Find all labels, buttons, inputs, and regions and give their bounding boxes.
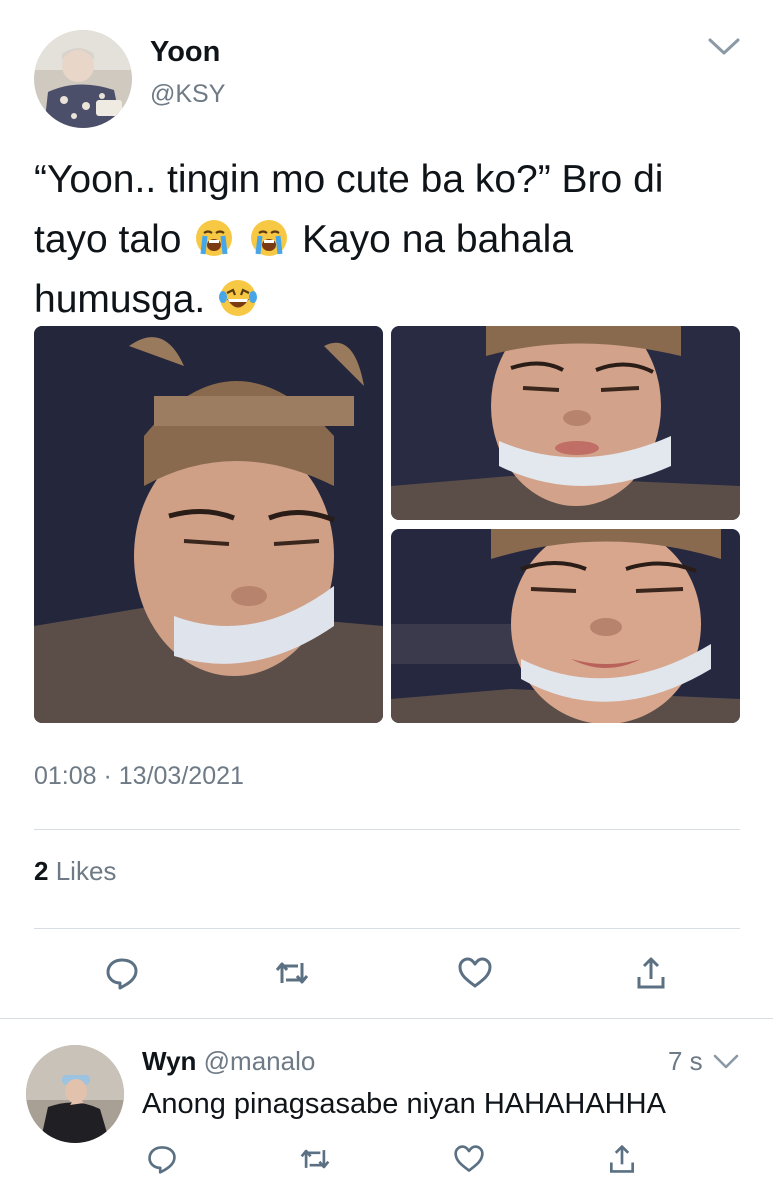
reply-retweet-button[interactable]	[297, 1141, 333, 1177]
like-icon	[458, 957, 492, 988]
reply-icon	[148, 1146, 176, 1174]
laughing-emoji-icon	[218, 276, 258, 316]
share-icon	[637, 957, 665, 989]
reply-reply-button[interactable]	[144, 1141, 180, 1177]
divider	[34, 829, 740, 830]
likes-label: Likes	[55, 856, 117, 886]
retweet-icon	[275, 962, 309, 984]
tweet-timestamp[interactable]: 01:08 · 13/03/2021	[34, 762, 244, 791]
like-button[interactable]	[455, 953, 495, 993]
chevron-down-icon[interactable]	[712, 1052, 740, 1072]
chevron-down-icon[interactable]	[706, 34, 742, 58]
author-name[interactable]: Yoon	[150, 36, 220, 69]
share-button[interactable]	[631, 953, 671, 993]
tweet-text-line: humusga.	[34, 270, 744, 330]
reply-button[interactable]	[102, 953, 142, 993]
author-avatar[interactable]	[34, 30, 132, 128]
section-divider	[0, 1018, 773, 1019]
like-icon	[454, 1145, 484, 1172]
reply-text: Anong pinagsasabe niyan HAHAHAHHA	[142, 1088, 666, 1120]
tweet-photo[interactable]	[34, 326, 383, 723]
reply-time: 7 s	[668, 1046, 703, 1076]
author-handle[interactable]: @KSY	[150, 80, 225, 109]
tweet-text-line: “Yoon.. tingin mo cute ba ko?” Bro di	[34, 158, 664, 201]
retweet-icon	[300, 1149, 330, 1169]
tweet-text-fragment: humusga.	[34, 278, 206, 321]
tweet-photo[interactable]	[391, 326, 740, 520]
reply-share-button[interactable]	[604, 1141, 640, 1177]
tweet-text-fragment: Kayo na bahala	[301, 218, 574, 261]
crying-emoji-icon	[194, 216, 234, 256]
likes-count[interactable]: 2 Likes	[34, 856, 116, 887]
reply-author-name: Wyn	[142, 1046, 197, 1076]
divider	[34, 928, 740, 929]
reply-like-button[interactable]	[451, 1141, 487, 1177]
reply-author[interactable]: Wyn @manalo	[142, 1046, 315, 1077]
reply-author-handle: @manalo	[203, 1046, 316, 1076]
likes-number: 2	[34, 856, 49, 886]
reply-icon	[106, 958, 138, 990]
retweet-button[interactable]	[272, 953, 312, 993]
tweet-text: “Yoon.. tingin mo cute ba ko?” Bro di ta…	[34, 150, 744, 330]
share-icon	[610, 1145, 634, 1173]
tweet-text-fragment: tayo talo	[34, 218, 182, 261]
tweet-photo[interactable]	[391, 529, 740, 723]
reply-avatar[interactable]	[26, 1045, 124, 1143]
tweet-text-line: tayo talo Kayo na bahala	[34, 210, 744, 270]
crying-emoji-icon	[249, 216, 289, 256]
